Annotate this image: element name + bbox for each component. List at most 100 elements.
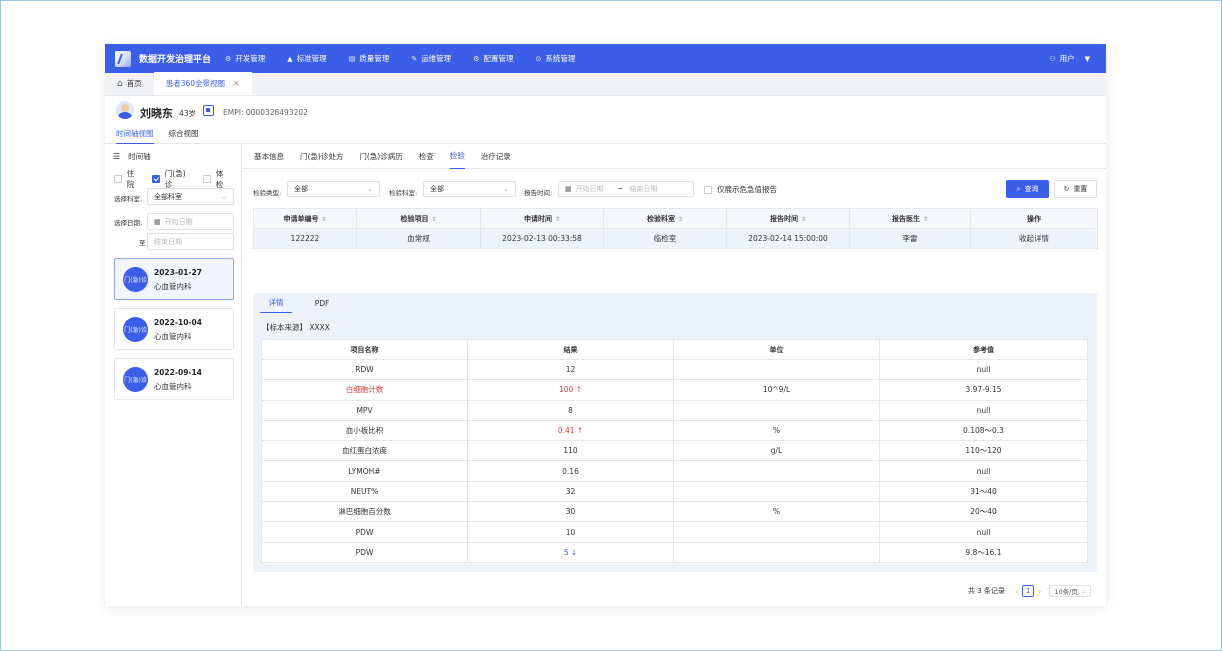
nav-item-5[interactable]: ⊙ 系统管理 [535, 53, 575, 64]
column-header[interactable]: 报告医生 ⇕ [849, 208, 971, 229]
column-header[interactable]: 申请单编号 ⇕ [253, 208, 357, 229]
tab-detail[interactable]: 详情 [260, 293, 292, 313]
checkbox-box [114, 175, 122, 183]
result-reference: 20～40 [879, 501, 1088, 523]
result-unit [673, 480, 880, 503]
result-number: 100 [559, 385, 574, 395]
result-name: PDW [261, 541, 468, 563]
result-unit [673, 399, 880, 421]
record-tab-5[interactable]: 治疗记录 [481, 144, 511, 169]
result-reference: 9.8～16.1 [879, 541, 1088, 563]
filter-checkbox-1[interactable]: 门(急)诊 [152, 168, 192, 190]
nav-item-0[interactable]: ⚙ 开发管理 [225, 53, 265, 64]
column-header[interactable]: 检验项目 ⇕ [356, 208, 481, 229]
tab-patient-360[interactable]: 患者360全景视图 ✕ [153, 72, 252, 95]
date-end-input[interactable]: 结束日期 [147, 233, 234, 250]
result-value: 0.16 [467, 460, 674, 482]
lab-type-select[interactable]: 全部 ⌄ [287, 181, 380, 197]
table-row[interactable]: 122222 血常规 2023-02-13 00:33:58 临检室 2023-02-1… [253, 228, 1098, 249]
sort-icon[interactable]: ⇕ [923, 216, 928, 223]
detail-tabs: 详情 PDF [260, 293, 352, 313]
tab-overview[interactable]: 综合视图 [169, 128, 199, 144]
date-to-label: 至 [139, 239, 146, 247]
filter-label: 门(急)诊 [164, 169, 186, 189]
result-name: RDW [261, 358, 468, 381]
record-tab-0[interactable]: 基本信息 [254, 144, 284, 169]
patient-header: 刘晓东 43岁 EMPI: 0000328493202 时间轴视图 综合视图 [105, 96, 1106, 144]
record-tab-2[interactable]: 门(急)诊病历 [359, 144, 402, 169]
record-tab-3[interactable]: 检查 [419, 144, 434, 169]
patient-age: 43岁 [179, 109, 197, 118]
filter-checkbox-2[interactable]: 体检 [202, 168, 230, 190]
total-records: 共 3 条记录 [968, 587, 1005, 595]
reset-button-label: 重置 [1073, 185, 1088, 193]
nav-item-1[interactable]: ▲ 标准管理 [287, 53, 326, 64]
filter-label: 住院 [126, 169, 135, 189]
sort-icon[interactable]: ⇕ [555, 216, 560, 223]
result-number: 0.41 [557, 426, 575, 436]
result-name: PDW [261, 521, 468, 543]
result-row: MPV 8 null [261, 399, 1088, 421]
next-page-icon[interactable]: › [1038, 587, 1041, 596]
search-button[interactable]: ⌕ 查询 [1006, 180, 1049, 198]
result-name: MPV [261, 399, 468, 421]
nav-item-label: 开发管理 [235, 54, 266, 63]
critical-only-checkbox[interactable]: 仅展示危急值报告 [704, 184, 777, 195]
sort-icon[interactable]: ⇕ [321, 216, 326, 223]
user-menu[interactable]: ⚇ 用户 ▼ [1049, 53, 1090, 64]
lab-result-table: 项目名称 结果 单位 参考值 RDW 12 null 白细胞计数 100 ↑ 10^9/L 3.9… [261, 339, 1088, 563]
visit-card[interactable]: 门(急)诊 2022-10-04 心血管内科 [114, 308, 234, 350]
sort-icon[interactable]: ⇕ [431, 216, 436, 223]
lab-detail-panel: 详情 PDF 【标本来源】 XXXX 项目名称 结果 单位 参考值 RDW 12 null… [253, 293, 1097, 572]
report-time-range[interactable]: ▦ 开始日期 ~ 结束日期 [558, 181, 694, 197]
nav-item-4[interactable]: ⚙ 配置管理 [473, 53, 513, 64]
calendar-icon: ▦ [154, 217, 161, 226]
reset-button[interactable]: ↻ 重置 [1054, 180, 1097, 198]
sort-icon[interactable]: ⇕ [678, 216, 683, 223]
prev-page-icon[interactable]: ‹ [1015, 587, 1018, 596]
nav-item-label: 系统管理 [545, 54, 576, 63]
nav-item-2[interactable]: ▤ 质量管理 [349, 53, 390, 64]
table-header-row: 申请单编号 ⇕ 检验项目 ⇕ 申请时间 ⇕ 检验科室 ⇕ 报告时间 ⇕ 报告医生 ⇕ 操作 [253, 208, 1098, 229]
tab-timeline-view[interactable]: 时间轴视图 [116, 128, 154, 144]
close-icon[interactable]: ✕ [233, 79, 240, 88]
column-header[interactable]: 报告时间 ⇕ [726, 208, 850, 229]
result-row: PDW 5 ↓ 9.8～16.1 [261, 541, 1088, 563]
result-number: 8 [568, 405, 573, 415]
result-value: 12 [467, 358, 674, 381]
column-header[interactable]: 申请时间 ⇕ [480, 208, 604, 229]
column-header[interactable]: 检验科室 ⇕ [603, 208, 727, 229]
result-name: 白细胞计数 [261, 379, 468, 401]
result-reference: 110～120 [879, 440, 1088, 462]
record-tab-4[interactable]: 检验 [449, 144, 465, 169]
nav-item-3[interactable]: ✎ 运维管理 [411, 53, 451, 64]
visit-card[interactable]: 门(急)诊 2022-09-14 心血管内科 [114, 358, 234, 400]
calendar-icon: ▦ [565, 185, 572, 193]
nav-item-label: 配置管理 [483, 54, 514, 63]
patient-name: 刘晓东 [140, 107, 173, 120]
id-card-icon[interactable] [203, 105, 214, 116]
patient-empi: EMPI: 0000328493202 [223, 108, 308, 117]
table-cell: 临检室 [603, 228, 727, 249]
result-row: 血红蛋白浓度 110 g/L 110～120 [261, 440, 1088, 462]
sort-icon[interactable]: ⇕ [801, 216, 806, 223]
visit-type-badge: 门(急)诊 [123, 367, 148, 392]
date-start-input[interactable]: ▦ 开始日期 [147, 213, 234, 230]
dept-select[interactable]: 全部科室 ⌄ [147, 188, 234, 205]
lab-dept-select[interactable]: 全部 ⌄ [423, 181, 516, 197]
visit-card[interactable]: 门(急)诊 2023-01-27 心血管内科 [114, 258, 234, 300]
result-row: 白细胞计数 100 ↑ 10^9/L 3.97-9.15 [261, 379, 1088, 401]
tab-home[interactable]: ⌂ 首页 [105, 72, 154, 95]
column-header: 操作 [970, 208, 1098, 229]
page-size-select[interactable]: 10条/页 ⌄ [1049, 585, 1092, 597]
page-number[interactable]: 1 [1022, 585, 1035, 597]
table-cell: 2023-02-13 00:33:58 [480, 228, 604, 249]
record-tab-1[interactable]: 门(急)诊处方 [300, 144, 343, 169]
page-size-value: 10条/页 [1054, 588, 1078, 596]
critical-only-label: 仅展示危急值报告 [717, 185, 777, 194]
avatar-head [121, 104, 129, 112]
result-unit: g/L [673, 440, 880, 462]
filter-checkbox-0[interactable]: 住院 [114, 168, 141, 190]
collapse-detail-link[interactable]: 收起详情 [970, 228, 1098, 249]
tab-pdf[interactable]: PDF [306, 293, 338, 313]
